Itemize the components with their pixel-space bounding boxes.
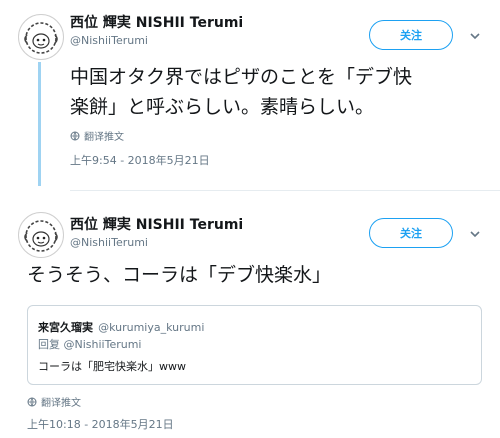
sheep-avatar-icon [24,220,58,252]
avatar[interactable] [18,14,64,60]
tweet-text: そうそう、コーラは「デブ快楽水」 [27,264,332,286]
user-handle[interactable]: @NishiiTerumi [70,236,148,249]
translate-label: 翻译推文 [84,132,124,143]
tweet-text-line-1: 中国オタク界ではピザのことを「デブ快 [70,66,413,88]
quoted-tweet[interactable]: 来宮久瑠実 @kurumiya_kurumi 回复 @NishiiTerumi … [27,305,482,385]
quoted-display-name: 来宮久瑠実 [38,321,93,334]
tweet-text-line-2: 楽餅」と呼ぶらしい。素晴らしい。 [70,96,375,118]
display-name[interactable]: 西位 輝実 NISHII Terumi [70,214,243,234]
quoted-handle: @kurumiya_kurumi [98,321,205,334]
display-name[interactable]: 西位 輝実 NISHII Terumi [70,12,243,32]
user-handle[interactable]: @NishiiTerumi [70,34,148,47]
follow-button[interactable]: 关注 [369,218,453,248]
chevron-down-icon[interactable] [468,29,482,43]
translate-link[interactable]: 翻译推文 [70,128,124,143]
quoted-text: コーラは「肥宅快楽水」www [38,360,186,373]
translate-label: 翻译推文 [41,398,81,409]
follow-button[interactable]: 关注 [369,20,453,50]
translate-link[interactable]: 翻译推文 [27,394,81,409]
globe-icon [70,131,80,140]
timestamp[interactable]: 上午9:54 - 2018年5月21日 [70,152,210,168]
avatar[interactable] [18,212,64,258]
quoted-reply-to: 回复 @NishiiTerumi [38,338,142,351]
chevron-down-icon[interactable] [468,227,482,241]
thread-line [38,62,41,186]
timestamp[interactable]: 上午10:18 - 2018年5月21日 [27,416,174,432]
divider [70,190,500,191]
globe-icon [27,397,37,406]
quoted-author: 来宮久瑠実 @kurumiya_kurumi [38,316,204,335]
sheep-avatar-icon [24,22,58,54]
